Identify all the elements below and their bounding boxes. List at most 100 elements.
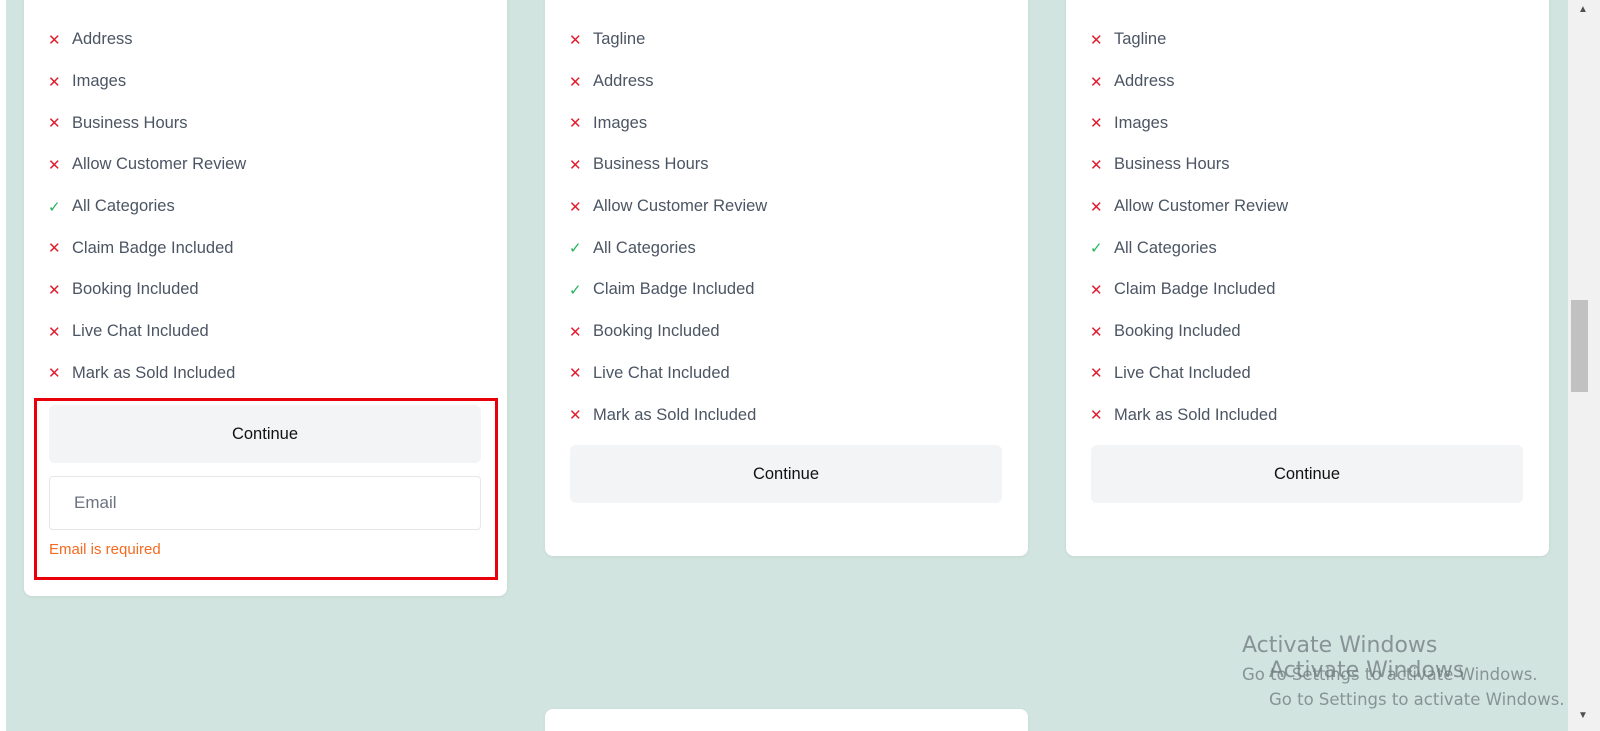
feature-item: ✕ Images (1090, 102, 1288, 144)
check-icon: ✓ (569, 240, 582, 258)
pricing-card-2: ✕ Tagline ✕ Address ✕ Images ✕ Business Hours ✕ A… (545, 0, 1028, 556)
x-icon: ✕ (48, 365, 61, 383)
pricing-card-4-partial (545, 709, 1028, 731)
x-icon: ✕ (1090, 323, 1103, 341)
check-icon: ✓ (569, 281, 582, 299)
feature-item: ✕ Live Chat Included (1090, 353, 1288, 395)
scroll-down-arrow-icon[interactable]: ▼ (1578, 710, 1588, 721)
x-icon: ✕ (569, 323, 582, 341)
feature-item: ✕ Mark as Sold Included (569, 394, 767, 436)
feature-item: ✓ All Categories (569, 227, 767, 269)
feature-label: Address (1114, 72, 1175, 91)
x-icon: ✕ (1090, 73, 1103, 91)
feature-item: ✕ Mark as Sold Included (48, 353, 246, 395)
feature-item: ✕ Allow Customer Review (569, 186, 767, 228)
feature-list: ✕ Tagline ✕ Address ✕ Images ✕ Business Hours ✕ A… (1090, 19, 1288, 436)
x-icon: ✕ (48, 156, 61, 174)
feature-item: ✓ Claim Badge Included (569, 269, 767, 311)
feature-label: Allow Customer Review (593, 197, 768, 216)
x-icon: ✕ (569, 407, 582, 425)
x-icon: ✕ (1090, 407, 1103, 425)
feature-label: Booking Included (72, 280, 199, 299)
feature-item: ✓ All Categories (48, 186, 246, 228)
x-icon: ✕ (1090, 198, 1103, 216)
x-icon: ✕ (1090, 156, 1103, 174)
feature-label: Live Chat Included (1114, 363, 1251, 382)
x-icon: ✕ (48, 115, 61, 133)
x-icon: ✕ (569, 156, 582, 174)
feature-label: Tagline (1114, 30, 1167, 49)
pricing-card-3: ✕ Tagline ✕ Address ✕ Images ✕ Business Hours ✕ A… (1066, 0, 1549, 556)
feature-item: ✕ Allow Customer Review (1090, 186, 1288, 228)
feature-item: ✕ Business Hours (1090, 144, 1288, 186)
watermark-title-overlay: Activate Windows (1269, 658, 1465, 683)
feature-item: ✕ Tagline (569, 19, 767, 61)
watermark-title: Activate Windows (1242, 633, 1438, 658)
feature-label: Booking Included (593, 322, 720, 341)
feature-item: ✕ Address (48, 19, 246, 61)
feature-item: ✕ Booking Included (1090, 311, 1288, 353)
x-icon: ✕ (48, 281, 61, 299)
check-icon: ✓ (1090, 240, 1103, 258)
feature-label: Allow Customer Review (1114, 197, 1289, 216)
feature-label: Address (72, 30, 133, 49)
x-icon: ✕ (569, 198, 582, 216)
feature-item: ✕ Claim Badge Included (48, 227, 246, 269)
feature-label: Business Hours (593, 155, 709, 174)
feature-item: ✕ Claim Badge Included (1090, 269, 1288, 311)
feature-label: Claim Badge Included (72, 238, 234, 257)
feature-label: Mark as Sold Included (593, 405, 757, 424)
feature-item: ✕ Address (1090, 61, 1288, 103)
feature-item: ✕ Live Chat Included (569, 353, 767, 395)
x-icon: ✕ (569, 365, 582, 383)
feature-label: Tagline (593, 30, 646, 49)
continue-button[interactable]: Continue (570, 445, 1002, 503)
x-icon: ✕ (569, 73, 582, 91)
feature-label: Address (593, 72, 654, 91)
feature-item: ✕ Mark as Sold Included (1090, 394, 1288, 436)
feature-label: Images (1114, 113, 1169, 132)
continue-button[interactable]: Continue (1091, 445, 1523, 503)
feature-label: Booking Included (1114, 322, 1241, 341)
x-icon: ✕ (1090, 365, 1103, 383)
feature-item: ✕ Live Chat Included (48, 311, 246, 353)
feature-list: ✕ Tagline ✕ Address ✕ Images ✕ Business Hours ✕ A… (569, 19, 767, 436)
feature-label: Images (593, 113, 648, 132)
feature-label: Mark as Sold Included (72, 363, 236, 382)
x-icon: ✕ (48, 323, 61, 341)
feature-item: ✕ Address (569, 61, 767, 103)
feature-item: ✕ Images (48, 61, 246, 103)
feature-label: Claim Badge Included (593, 280, 755, 299)
x-icon: ✕ (1090, 115, 1103, 133)
x-icon: ✕ (48, 31, 61, 49)
feature-label: Mark as Sold Included (1114, 405, 1278, 424)
feature-label: Live Chat Included (72, 322, 209, 341)
feature-item: ✕ Booking Included (569, 311, 767, 353)
x-icon: ✕ (569, 31, 582, 49)
email-input[interactable] (49, 476, 481, 530)
scrollbar-thumb[interactable] (1571, 300, 1588, 392)
feature-label: Images (72, 72, 127, 91)
x-icon: ✕ (48, 240, 61, 258)
x-icon: ✕ (48, 73, 61, 91)
feature-item: ✕ Business Hours (48, 102, 246, 144)
feature-item: ✕ Booking Included (48, 269, 246, 311)
feature-item: ✕ Business Hours (569, 144, 767, 186)
feature-label: All Categories (1114, 238, 1217, 257)
feature-label: All Categories (72, 197, 175, 216)
scroll-up-arrow-icon[interactable]: ▲ (1578, 4, 1588, 15)
feature-label: Allow Customer Review (72, 155, 247, 174)
feature-label: Business Hours (72, 113, 188, 132)
feature-item: ✕ Tagline (1090, 19, 1288, 61)
feature-label: Claim Badge Included (1114, 280, 1276, 299)
x-icon: ✕ (1090, 281, 1103, 299)
feature-item: ✓ All Categories (1090, 227, 1288, 269)
x-icon: ✕ (569, 115, 582, 133)
feature-item: ✕ Allow Customer Review (48, 144, 246, 186)
feature-label: Business Hours (1114, 155, 1230, 174)
feature-label: All Categories (593, 238, 696, 257)
feature-label: Live Chat Included (593, 363, 730, 382)
check-icon: ✓ (48, 198, 61, 216)
x-icon: ✕ (1090, 31, 1103, 49)
watermark-subtitle-overlay: Go to Settings to activate Windows. (1269, 690, 1565, 709)
